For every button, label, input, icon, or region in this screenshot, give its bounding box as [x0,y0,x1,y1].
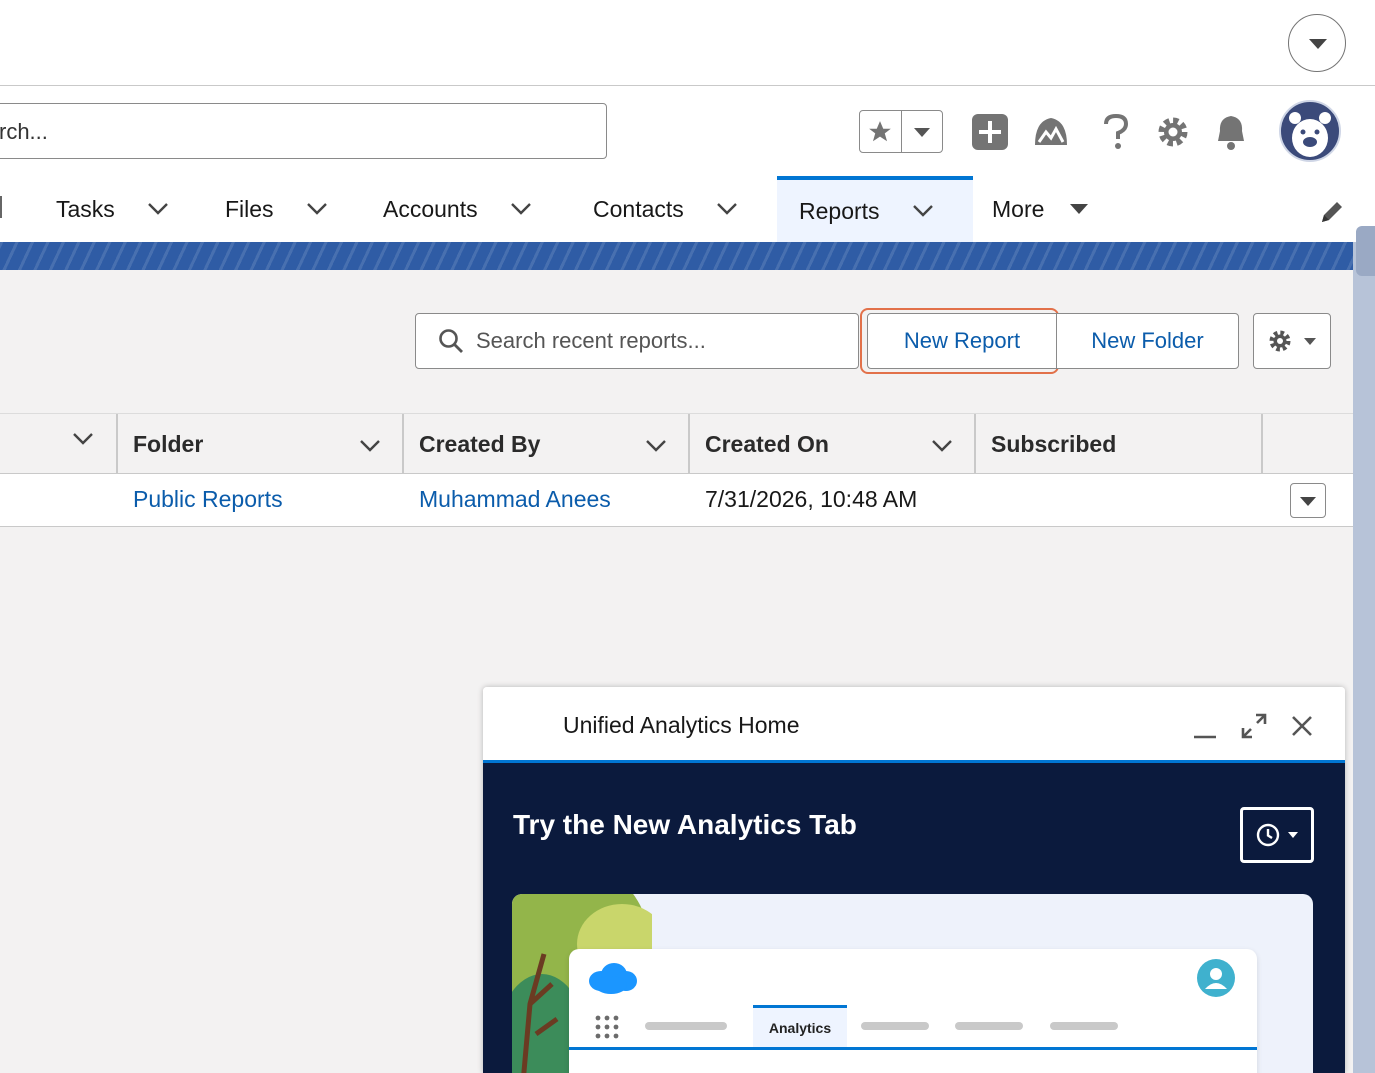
top-bar [0,0,1375,86]
add-icon [972,114,1008,150]
chevron-down-icon[interactable] [645,432,667,459]
app-launcher-icon [595,1015,619,1039]
history-button[interactable] [1240,807,1314,863]
mock-nav-placeholder [645,1022,727,1030]
nav-item-contacts[interactable]: Contacts [593,176,738,242]
mock-nav-placeholder [955,1022,1023,1030]
pencil-icon[interactable] [1318,198,1346,226]
chevron-down-icon[interactable] [510,198,532,220]
popup-title: Unified Analytics Home [563,712,800,738]
mock-app-window: Analytics [569,949,1257,1073]
chevron-down-icon [1068,198,1090,220]
global-search-input[interactable]: rch... [0,103,607,159]
column-label: Created By [419,430,541,457]
trailhead-button[interactable] [1029,110,1073,154]
chevron-down-icon[interactable] [147,198,169,220]
mock-nav-placeholder [1050,1022,1118,1030]
app-menu-dropdown-button[interactable] [1288,14,1346,72]
side-panel-toggle[interactable] [1356,226,1375,276]
salesforce-cloud-icon [589,963,637,994]
nav-item-label: Accounts [383,195,478,222]
mock-nav-underline [569,1047,1257,1050]
promo-panel: Try the New Analytics Tab Analytics [483,763,1345,1073]
nav-item-accounts[interactable]: Accounts [383,176,532,242]
popup-header: Unified Analytics Home [483,687,1345,763]
column-label: Folder [133,430,204,457]
gear-icon [1269,330,1291,352]
global-actions-button[interactable] [968,110,1012,154]
trailhead-icon [1035,118,1067,145]
close-icon[interactable] [1289,713,1315,739]
nav-item-label: Reports [799,197,880,224]
avatar[interactable] [1279,100,1341,162]
nav-divider [0,196,2,218]
mock-analytics-tab: Analytics [753,1005,847,1047]
created-on-value: 7/31/2026, 10:48 AM [705,486,918,512]
page-banner [0,242,1375,270]
report-search-placeholder: Search recent reports... [476,328,706,353]
chevron-down-icon [913,127,930,137]
nav-item-label: Contacts [593,195,684,222]
list-settings-button[interactable] [1253,313,1331,369]
minimize-icon[interactable] [1192,713,1218,739]
app-navigation: Tasks Files Accounts Contacts Reports Mo… [0,176,1375,242]
chevron-down-icon [1300,497,1316,506]
help-icon [1104,113,1129,149]
column-label: Subscribed [991,430,1117,457]
nav-item-label: Files [225,195,274,222]
mock-nav-placeholder [861,1022,929,1030]
bear-avatar-icon [1289,112,1331,157]
column-header-folder[interactable]: Folder [118,414,403,474]
new-report-button[interactable]: New Report [867,313,1057,369]
bell-icon [1218,116,1244,150]
user-icon [1197,959,1235,997]
table-header: Folder Created By Created On Subscribed [0,413,1353,474]
favorites-button-group [859,110,943,153]
nav-item-label: More [992,195,1045,222]
expand-icon[interactable] [1241,713,1267,739]
chevron-down-icon[interactable] [716,198,738,220]
setup-button[interactable] [1151,110,1195,154]
nav-item-label: Tasks [56,195,115,222]
nav-item-reports[interactable]: Reports [777,176,973,242]
clock-icon [1256,823,1280,847]
chevron-down-icon[interactable] [72,432,94,451]
chevron-down-icon [1304,337,1316,345]
column-header-created-on[interactable]: Created On [690,414,975,474]
help-button[interactable] [1094,110,1138,154]
row-actions-button[interactable] [1290,483,1326,518]
column-label: Created On [705,430,829,457]
nav-item-files[interactable]: Files [225,176,328,242]
favorites-list-button[interactable] [900,111,942,152]
unified-analytics-popup: Unified Analytics Home Try the New Analy… [483,687,1345,1073]
chevron-down-icon [1309,39,1327,49]
search-icon [439,329,463,353]
side-panel-strip [1353,242,1375,1073]
notifications-button[interactable] [1209,110,1253,154]
column-divider [1261,414,1263,474]
gear-icon [1158,117,1188,147]
global-header: rch... [0,86,1375,176]
chevron-down-icon[interactable] [306,198,328,220]
favorite-star-button[interactable] [860,111,901,152]
column-header-subscribed[interactable]: Subscribed [976,414,1262,474]
chevron-down-icon[interactable] [912,200,934,222]
folder-link[interactable]: Public Reports [133,486,283,513]
star-icon [869,120,892,141]
nav-item-more[interactable]: More [992,176,1090,242]
chevron-down-icon [1288,832,1298,838]
new-folder-button[interactable]: New Folder [1056,313,1239,369]
chevron-down-icon[interactable] [931,432,953,459]
nav-item-tasks[interactable]: Tasks [56,176,169,242]
created-by-link[interactable]: Muhammad Anees [419,486,611,513]
table-row: Public Reports Muhammad Anees 7/31/2026,… [0,474,1353,527]
promo-title: Try the New Analytics Tab [513,809,857,840]
column-header-created-by[interactable]: Created By [404,414,689,474]
analytics-preview-image: Analytics [512,894,1313,1073]
chevron-down-icon[interactable] [359,432,381,459]
report-search-input[interactable]: Search recent reports... [415,313,859,369]
